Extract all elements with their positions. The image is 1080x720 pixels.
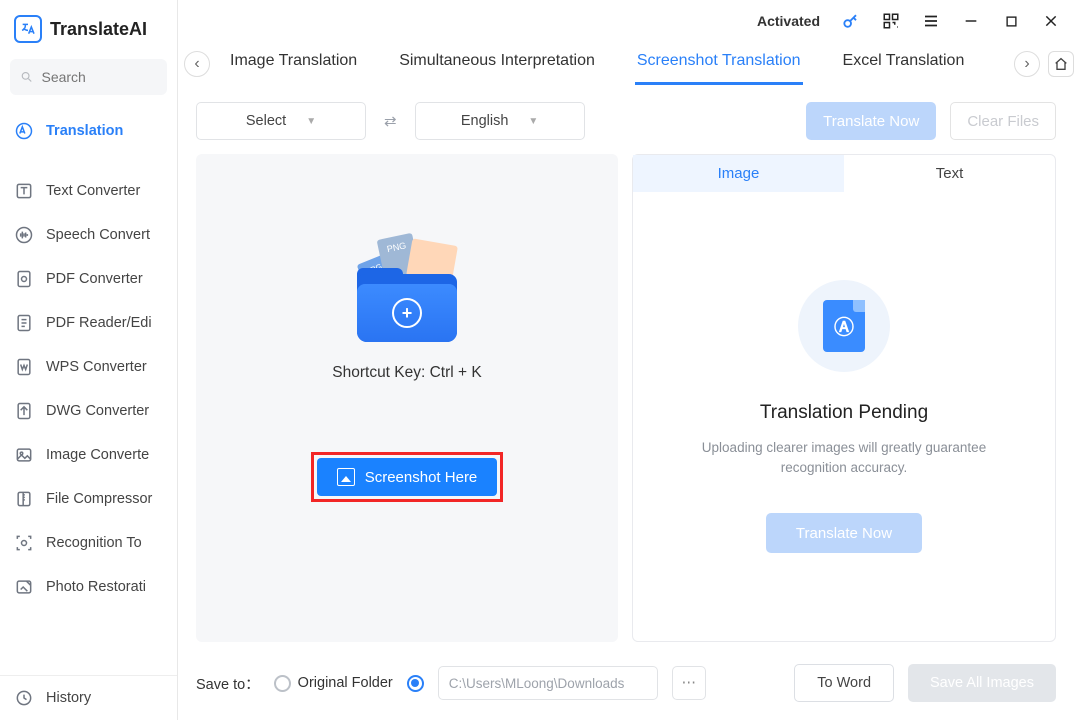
tab-image-translation[interactable]: Image Translation: [228, 42, 359, 85]
folder-illustration: JPG PNG +: [347, 232, 467, 342]
titlebar: Activated: [178, 0, 1080, 42]
result-subtabs: Image Text: [633, 155, 1055, 192]
nav-translation[interactable]: Translation: [0, 109, 177, 153]
logo-icon: [14, 15, 42, 43]
swap-languages-button[interactable]: ⇄: [380, 112, 401, 130]
nav-label: DWG Converter: [46, 403, 149, 419]
nav-recognition-tool[interactable]: Recognition To: [0, 521, 177, 565]
nav-file-compressor[interactable]: File Compressor: [0, 477, 177, 521]
app-name: TranslateAI: [50, 19, 147, 40]
search-input[interactable]: [10, 59, 167, 95]
menu-icon[interactable]: [920, 10, 942, 32]
nav-label: Text Converter: [46, 183, 140, 199]
controls-row: Select ▼ ⇄ English ▼ Translate Now Clear…: [178, 86, 1080, 154]
tab-excel-translation[interactable]: Excel Translation: [841, 42, 967, 85]
screenshot-here-button[interactable]: Screenshot Here: [317, 458, 498, 496]
tabs-next-button[interactable]: ›: [1014, 51, 1040, 77]
footer: Save to： Original Folder C:\Users\MLoong…: [178, 652, 1080, 720]
radio-label: Original Folder: [298, 675, 393, 691]
tabs-prev-button[interactable]: ‹: [184, 51, 210, 77]
save-all-images-button[interactable]: Save All Images: [908, 664, 1056, 702]
shortcut-hint: Shortcut Key: Ctrl + K: [332, 364, 481, 382]
result-panel: Image Text Ⓐ Translation Pending Uploadi…: [632, 154, 1056, 642]
nav-label: PDF Reader/Edi: [46, 315, 152, 331]
tab-simultaneous-interpretation[interactable]: Simultaneous Interpretation: [397, 42, 597, 85]
main-area: Activated ‹ Image Translation Simultaneo…: [178, 0, 1080, 720]
nav-photo-restoration[interactable]: Photo Restorati: [0, 565, 177, 609]
chevron-down-icon: ▼: [528, 116, 538, 127]
close-button[interactable]: [1040, 10, 1062, 32]
plus-icon: +: [392, 298, 422, 328]
nav-wps-converter[interactable]: WPS Converter: [0, 345, 177, 389]
image-icon: [337, 468, 355, 486]
nav-label: PDF Converter: [46, 271, 143, 287]
select-value: English: [461, 113, 509, 129]
tab-screenshot-translation[interactable]: Screenshot Translation: [635, 42, 803, 85]
nav-label: Speech Convert: [46, 227, 150, 243]
to-word-button[interactable]: To Word: [794, 664, 894, 702]
radio-icon: [274, 675, 291, 692]
translate-now-button[interactable]: Translate Now: [806, 102, 936, 140]
nav-label: WPS Converter: [46, 359, 147, 375]
radio-icon: [407, 675, 424, 692]
upload-panel: JPG PNG + Shortcut Key: Ctrl + K Screens…: [196, 154, 618, 642]
custom-folder-radio[interactable]: [407, 675, 424, 692]
pending-title: Translation Pending: [760, 402, 928, 424]
nav-label: Recognition To: [46, 535, 142, 551]
nav-label: File Compressor: [46, 491, 152, 507]
subtab-image[interactable]: Image: [633, 155, 844, 192]
app-logo: TranslateAI: [0, 10, 177, 55]
nav-list: Translation Text Converter Speech Conver…: [0, 109, 177, 609]
select-value: Select: [246, 113, 286, 129]
clear-files-button[interactable]: Clear Files: [950, 102, 1056, 140]
highlight-box: Screenshot Here: [311, 452, 504, 502]
button-label: Screenshot Here: [365, 469, 478, 486]
pending-description: Uploading clearer images will greatly gu…: [679, 438, 1009, 477]
nav-label: Photo Restorati: [46, 579, 146, 595]
nav-pdf-converter[interactable]: PDF Converter: [0, 257, 177, 301]
key-icon[interactable]: [840, 10, 862, 32]
subtab-text[interactable]: Text: [844, 155, 1055, 192]
nav-label: History: [46, 690, 91, 706]
translate-now-result-button[interactable]: Translate Now: [766, 513, 922, 553]
maximize-button[interactable]: [1000, 10, 1022, 32]
save-path-field[interactable]: C:\Users\MLoong\Downloads: [438, 666, 658, 700]
nav-history[interactable]: History: [0, 675, 177, 720]
nav-dwg-converter[interactable]: DWG Converter: [0, 389, 177, 433]
tabs-row: ‹ Image Translation Simultaneous Interpr…: [178, 42, 1080, 86]
activation-status: Activated: [757, 13, 820, 29]
save-to-label: Save to：: [196, 673, 260, 694]
document-icon: Ⓐ: [823, 300, 865, 352]
source-language-select[interactable]: Select ▼: [196, 102, 366, 140]
minimize-button[interactable]: [960, 10, 982, 32]
search-field[interactable]: [41, 69, 157, 85]
nav-text-converter[interactable]: Text Converter: [0, 169, 177, 213]
browse-button[interactable]: ⋯: [672, 666, 706, 700]
original-folder-radio[interactable]: Original Folder: [274, 675, 393, 692]
home-button[interactable]: [1048, 51, 1074, 77]
content: JPG PNG + Shortcut Key: Ctrl + K Screens…: [178, 154, 1080, 652]
pending-illustration: Ⓐ: [798, 280, 890, 372]
nav-label: Image Converte: [46, 447, 149, 463]
qr-icon[interactable]: [880, 10, 902, 32]
chevron-down-icon: ▼: [306, 116, 316, 127]
nav-image-converter[interactable]: Image Converte: [0, 433, 177, 477]
target-language-select[interactable]: English ▼: [415, 102, 585, 140]
nav-speech-convert[interactable]: Speech Convert: [0, 213, 177, 257]
nav-pdf-reader[interactable]: PDF Reader/Edi: [0, 301, 177, 345]
nav-label: Translation: [46, 123, 123, 139]
sidebar: TranslateAI Translation Text Converter S…: [0, 0, 178, 720]
